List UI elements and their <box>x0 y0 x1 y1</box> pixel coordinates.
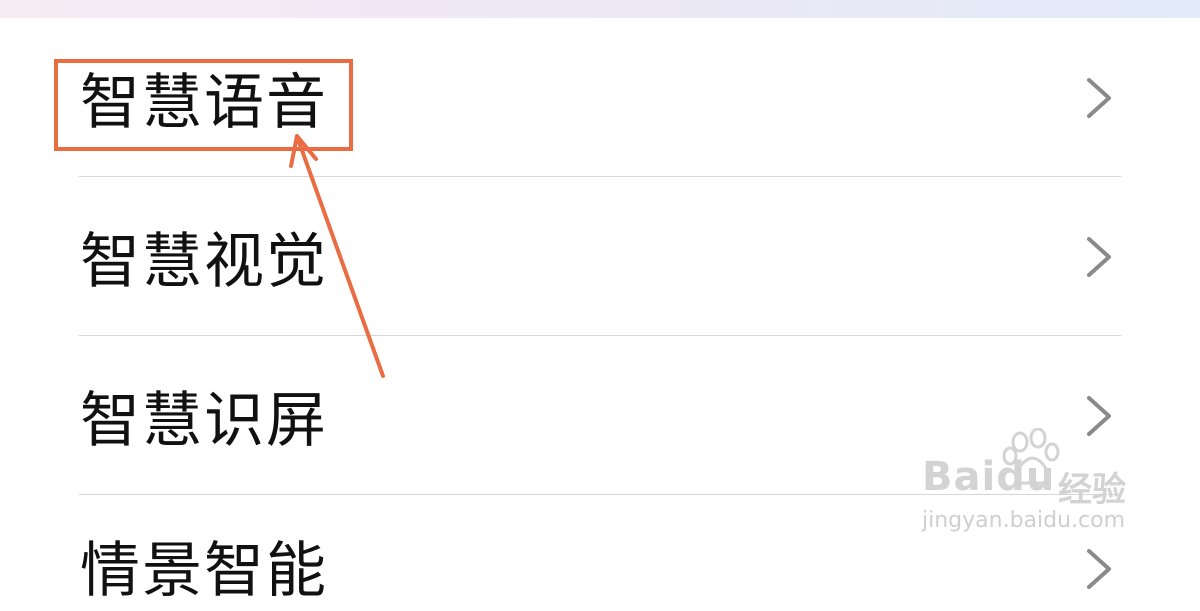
highlight-box <box>54 59 353 151</box>
settings-item-label: 智慧识屏 <box>80 386 328 456</box>
watermark-url: jingyan.baidu.com <box>922 508 1126 533</box>
settings-item-smart-vision[interactable]: 智慧视觉 <box>0 177 1200 336</box>
watermark-brand: Baidu <box>922 454 1056 500</box>
chevron-right-icon <box>1087 78 1111 118</box>
settings-item-label: 智慧视觉 <box>80 227 328 297</box>
baidu-watermark: Baidu 经验 jingyan.baidu.com <box>918 428 1138 538</box>
watermark-brand-cn: 经验 <box>1058 470 1126 510</box>
chevron-right-icon <box>1087 549 1111 589</box>
chevron-right-icon <box>1087 237 1111 277</box>
settings-item-label: 情景智能 <box>80 536 328 606</box>
top-gradient-strip <box>0 0 1200 18</box>
